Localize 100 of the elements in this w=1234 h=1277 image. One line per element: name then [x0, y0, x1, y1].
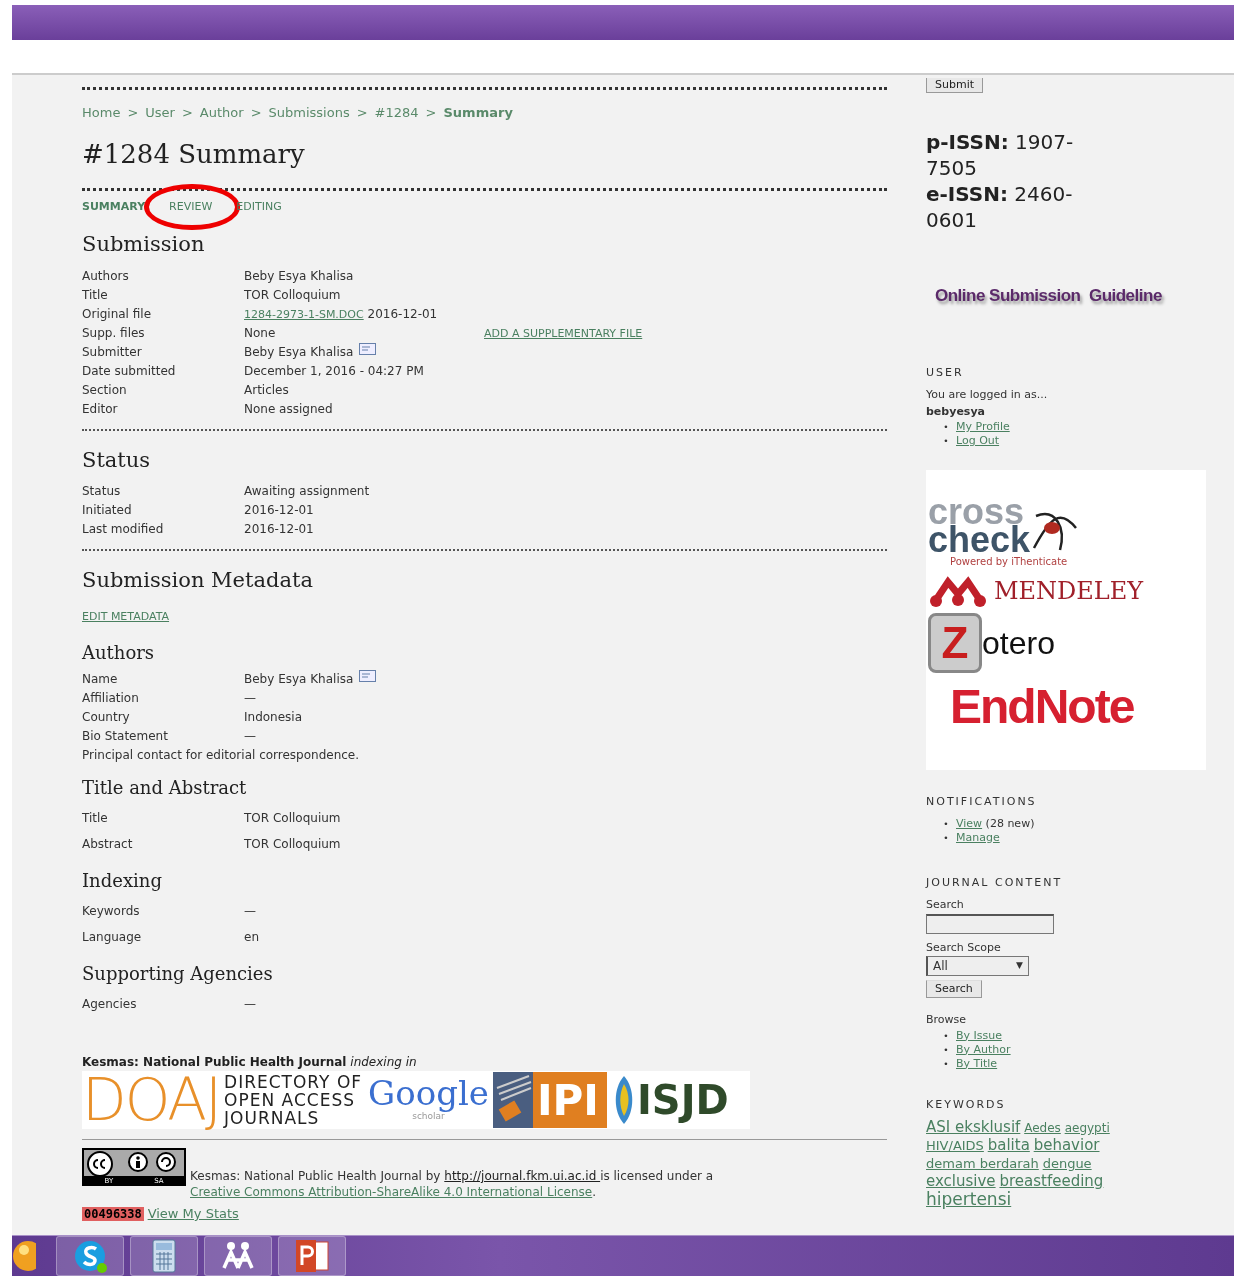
- search-button[interactable]: Search: [926, 980, 982, 998]
- field-label: Title: [82, 286, 109, 304]
- bullet: •: [942, 435, 950, 448]
- block-heading: JOURNAL CONTENT: [926, 874, 1064, 891]
- bullet: •: [942, 1057, 950, 1071]
- taskbar-button[interactable]: [204, 1236, 272, 1276]
- subsection-heading: Title and Abstract: [82, 776, 248, 800]
- keyword-link[interactable]: dengue: [1042, 1156, 1092, 1171]
- stats-link[interactable]: View My Stats: [147, 1206, 239, 1221]
- email-icon[interactable]: [359, 342, 377, 355]
- username: bebyesya: [926, 403, 986, 420]
- breadcrumb-link[interactable]: #1284: [374, 103, 419, 123]
- breadcrumb-link[interactable]: Submissions: [268, 103, 350, 123]
- field-label: Bio Statement: [82, 728, 169, 745]
- breadcrumb-separator: >: [250, 104, 262, 122]
- field-label: Search: [926, 897, 965, 913]
- bullet: •: [942, 817, 950, 831]
- field-label: Initiated: [82, 502, 133, 519]
- crosscheck-logo[interactable]: cross check Powered by iThenticate: [928, 498, 1103, 569]
- block-heading: NOTIFICATIONS: [926, 794, 1038, 810]
- field-label: Last modified: [82, 521, 165, 538]
- field-value: en: [244, 930, 259, 944]
- page-title: #1284 Summary: [82, 137, 306, 171]
- keyword-link[interactable]: demam berdarah: [926, 1156, 1039, 1171]
- breadcrumb-link[interactable]: Home: [82, 103, 121, 123]
- contact-note: Principal contact for editorial correspondence.: [82, 747, 361, 764]
- mendeley-logo[interactable]: MENDELEY: [928, 573, 1158, 609]
- keyword-link[interactable]: aegypti: [1064, 1121, 1110, 1135]
- field-label: Authors: [82, 267, 130, 285]
- block-heading: KEYWORDS: [926, 1096, 1007, 1113]
- field-value: Articles: [244, 382, 289, 397]
- email-icon[interactable]: [359, 670, 377, 682]
- field-label: Keywords: [82, 903, 141, 920]
- field-label: Affiliation: [82, 690, 140, 707]
- field-label: Search Scope: [926, 939, 1002, 956]
- bullet: •: [942, 1029, 950, 1043]
- breadcrumb-link[interactable]: User: [145, 103, 175, 123]
- site-link[interactable]: http://journal.fkm.ui.ac.id: [444, 1169, 601, 1183]
- field-label: Name: [82, 671, 119, 688]
- field-value: —: [244, 691, 256, 705]
- sidebar-link[interactable]: View: [956, 816, 983, 830]
- field-value: December 1, 2016 - 04:27 PM: [244, 363, 424, 378]
- taskbar-button[interactable]: [278, 1236, 346, 1276]
- search-field[interactable]: [926, 913, 1054, 934]
- subsection-heading: Supporting Agencies: [82, 962, 274, 986]
- keyword-link[interactable]: Aedes: [1024, 1121, 1061, 1135]
- tab[interactable]: REVIEW: [169, 199, 213, 213]
- field-value: None: [244, 325, 276, 340]
- keyword-link[interactable]: behavior: [1033, 1136, 1100, 1154]
- field-label: Agencies: [82, 996, 138, 1013]
- section-heading: Submission: [82, 231, 206, 258]
- taskbar-button[interactable]: [130, 1236, 198, 1276]
- license-link[interactable]: Creative Commons Attribution-ShareAlike 4.0 International License: [190, 1185, 593, 1199]
- edit-metadata-link[interactable]: EDIT METADATA: [82, 608, 170, 625]
- keyword-link[interactable]: ASI eksklusif: [926, 1118, 1021, 1136]
- field-value: 2016-12-01: [367, 306, 438, 321]
- scope-select[interactable]: All ▼: [926, 956, 1029, 976]
- add-file-link[interactable]: ADD A SUPPLEMENTARY FILE: [484, 326, 643, 340]
- field-label: Title: [82, 810, 109, 827]
- field-label: Country: [82, 709, 131, 726]
- google-scholar-logo[interactable]: Google scholar: [368, 1076, 489, 1124]
- field-label: Abstract: [82, 836, 134, 853]
- field-value: Indonesia: [244, 710, 303, 724]
- field-label: Status: [82, 483, 122, 500]
- keyword-link[interactable]: breastfeeding: [999, 1172, 1104, 1190]
- sidebar-link[interactable]: By Author: [956, 1042, 1011, 1056]
- file-link[interactable]: 1284-2973-1-SM.DOC: [244, 307, 364, 321]
- field-label: Date submitted: [82, 362, 177, 380]
- keyword-link[interactable]: HIV/AIDS: [926, 1138, 984, 1153]
- breadcrumb-link[interactable]: Author: [199, 103, 244, 123]
- sidebar-link[interactable]: Manage: [956, 830, 1000, 844]
- endnote-logo[interactable]: EndNote: [950, 679, 1164, 735]
- caret-icon: ▼: [1016, 959, 1023, 973]
- field-value: 2016-12-01: [244, 503, 314, 517]
- keyword-link[interactable]: hipertensi: [926, 1189, 1012, 1209]
- sidebar-link[interactable]: My Profile: [956, 420, 1010, 433]
- field-value: 2016-12-01: [244, 522, 314, 536]
- ipi-logo[interactable]: IPI: [492, 1072, 607, 1128]
- sidebar-link[interactable]: By Issue: [956, 1028, 1002, 1042]
- field-value: Beby Esya Khalisa: [244, 344, 354, 359]
- subsection-heading: Authors: [82, 641, 156, 665]
- sidebar-link[interactable]: By Title: [956, 1056, 998, 1070]
- field-value: Beby Esya Khalisa: [244, 672, 354, 686]
- field-value: —: [244, 997, 256, 1011]
- sidebar-link[interactable]: Log Out: [956, 434, 1000, 447]
- submit-button[interactable]: Submit: [926, 78, 984, 93]
- guideline-link[interactable]: Online Submission Guideline: [935, 283, 1216, 309]
- field-label: Editor: [82, 400, 119, 418]
- field-value: TOR Colloquium: [244, 287, 341, 302]
- zotero-logo[interactable]: Z otero: [928, 613, 1083, 673]
- field-value: TOR Colloquium: [244, 811, 341, 825]
- field-value: TOR Colloquium: [244, 837, 341, 851]
- keyword-link[interactable]: balita: [987, 1136, 1030, 1154]
- block-heading: USER: [926, 364, 965, 381]
- visitor-counter: 00496338: [82, 1207, 144, 1221]
- taskbar-button[interactable]: [56, 1236, 124, 1276]
- isjd-logo[interactable]: ISJD: [610, 1070, 729, 1130]
- keyword-link[interactable]: exclusive: [926, 1172, 996, 1190]
- breadcrumb-separator: >: [127, 104, 139, 122]
- field-value: Beby Esya Khalisa: [244, 268, 354, 283]
